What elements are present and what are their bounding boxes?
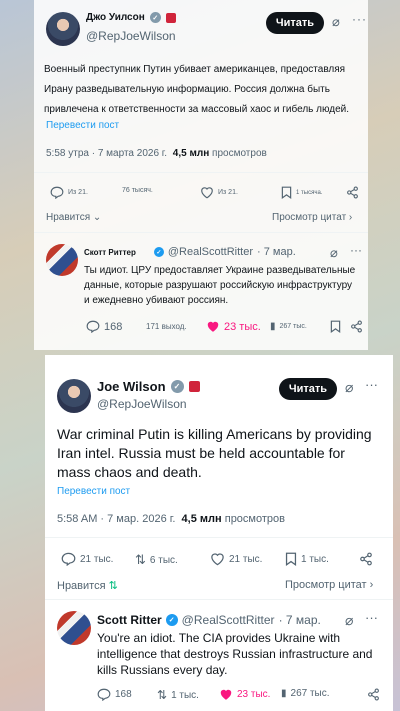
views-label: просмотров <box>224 513 285 525</box>
tweet-card-translated: Джо Уилсон ✓ @RepJoeWilson Читать ⌀ ··· … <box>34 0 368 350</box>
quotes-link[interactable]: Просмотр цитат › <box>285 579 373 591</box>
views-count: 4,5 млн <box>181 513 222 525</box>
reply-icon <box>97 688 111 701</box>
bookmark-icon <box>281 186 292 199</box>
author-handle[interactable]: @RepJoeWilson <box>97 397 187 411</box>
reply-avatar[interactable] <box>57 611 91 645</box>
verified-badge-icon: ✓ <box>153 247 164 257</box>
reply-date[interactable]: · 7 мар. <box>257 246 296 258</box>
quotes-link[interactable]: Просмотр цитат › <box>272 212 352 223</box>
timestamp[interactable]: 5:58 AM · 7 мар. 2026 г. <box>57 513 175 525</box>
more-options-icon[interactable]: ··· <box>352 12 367 26</box>
flag-badge-icon <box>165 12 176 23</box>
views-icon: ▮ <box>281 688 287 699</box>
reply-replies[interactable]: 168 <box>97 688 132 701</box>
reply-likes[interactable]: 23 тыс. <box>219 688 270 701</box>
repost-icon: ⇅ <box>105 580 118 592</box>
reply-icon <box>61 552 76 566</box>
verified-badge-icon: ✓ <box>149 12 161 23</box>
timestamp[interactable]: 5:58 утра · 7 марта 2026 г. <box>46 148 167 159</box>
reply-reposts[interactable]: ⇅ 1 тыс. <box>157 688 199 702</box>
reply-reposts[interactable]: 171 выход. <box>146 322 187 331</box>
more-options-icon[interactable]: ··· <box>365 377 378 392</box>
reply-likes[interactable]: 23 тыс. <box>206 320 261 333</box>
reply-icon <box>50 186 64 199</box>
reply-author-handle[interactable]: @RealScottRitter <box>182 613 275 627</box>
reply-action[interactable]: 21 тыс. <box>61 552 113 566</box>
share-icon[interactable] <box>350 320 363 333</box>
repost-action[interactable]: ⇅ 6 тыс. <box>135 552 178 568</box>
reply-icon <box>86 320 100 333</box>
bookmark-action[interactable]: 1 тыс. <box>285 552 329 566</box>
verified-badge-icon: ✓ <box>165 614 178 626</box>
timestamp-row: 5:58 AM · 7 мар. 2026 г. 4,5 млн просмот… <box>57 513 285 525</box>
timestamp-row: 5:58 утра · 7 марта 2026 г. 4,5 млн прос… <box>46 148 267 159</box>
follow-button[interactable]: Читать <box>279 378 337 400</box>
heart-icon <box>201 187 213 199</box>
author-handle[interactable]: @RepJoeWilson <box>86 29 176 43</box>
views-icon: ▮ <box>270 321 276 332</box>
grok-icon[interactable]: ⌀ <box>330 245 338 261</box>
translate-link[interactable]: Перевести пост <box>46 120 119 131</box>
reply-author-handle[interactable]: @RealScottRitter <box>168 246 253 258</box>
reply-text: You're an idiot. The CIA provides Ukrain… <box>97 631 373 677</box>
heart-filled-icon <box>220 689 232 700</box>
more-options-icon[interactable]: ··· <box>350 243 362 257</box>
translate-link[interactable]: Перевести пост <box>57 486 130 497</box>
tweet-text: Военный преступник Путин убивает америка… <box>44 64 350 115</box>
heart-icon <box>211 553 224 566</box>
grok-icon[interactable]: ⌀ <box>345 612 353 629</box>
heart-filled-icon <box>207 321 219 332</box>
views-count: 4,5 млн <box>172 148 210 159</box>
author-avatar[interactable] <box>57 379 91 413</box>
likes-dropdown[interactable]: Нравится ⇅ <box>57 579 118 592</box>
grok-icon[interactable]: ⌀ <box>345 379 353 396</box>
repost-action[interactable]: 76 тысяч. <box>122 187 153 194</box>
author-name[interactable]: Джо Уилсон <box>86 12 145 23</box>
more-options-icon[interactable]: ··· <box>365 610 378 625</box>
reply-author-name[interactable]: Scott Ritter <box>97 613 162 627</box>
grok-icon[interactable]: ⌀ <box>332 14 340 30</box>
reply-views[interactable]: ▮ 267 тыс. <box>281 688 330 699</box>
reply-replies[interactable]: 168 <box>86 320 122 333</box>
share-icon[interactable] <box>367 688 380 701</box>
likes-dropdown[interactable]: Нравится ⌄ <box>46 212 101 223</box>
bookmark-icon[interactable] <box>330 320 341 333</box>
reply-action[interactable]: Из 21. <box>50 186 88 199</box>
author-name[interactable]: Joe Wilson <box>97 379 166 394</box>
views-label: просмотров <box>212 148 267 159</box>
like-action[interactable]: 21 тыс. <box>210 552 262 566</box>
like-action[interactable]: Из 21. <box>200 186 238 199</box>
tweet-text: War criminal Putin is killing Americans … <box>57 426 372 480</box>
chevron-down-icon: ⌄ <box>90 212 102 223</box>
chevron-right-icon: › <box>346 212 353 223</box>
share-icon[interactable] <box>346 186 359 199</box>
reply-avatar[interactable] <box>46 244 78 276</box>
tweet-card-original: Joe Wilson ✓ @RepJoeWilson Читать ⌀ ··· … <box>45 355 393 711</box>
chevron-right-icon: › <box>366 579 374 591</box>
repost-icon: ⇅ <box>135 552 146 567</box>
bookmark-action[interactable]: 1 тысяча. <box>281 186 322 199</box>
author-avatar[interactable] <box>46 12 80 46</box>
follow-button[interactable]: Читать <box>266 12 324 34</box>
repost-icon: ⇅ <box>157 688 168 702</box>
flag-badge-icon <box>188 381 200 392</box>
reply-text: Ты идиот. ЦРУ предоставляет Украине разв… <box>84 265 356 306</box>
verified-badge-icon: ✓ <box>170 380 184 393</box>
reply-views[interactable]: ▮ 267 тыс. <box>270 321 307 332</box>
reply-author-name[interactable]: Скотт Риттер <box>84 248 136 257</box>
reply-date[interactable]: · 7 мар. <box>279 613 321 627</box>
bookmark-icon <box>285 552 297 566</box>
share-icon[interactable] <box>359 552 373 566</box>
